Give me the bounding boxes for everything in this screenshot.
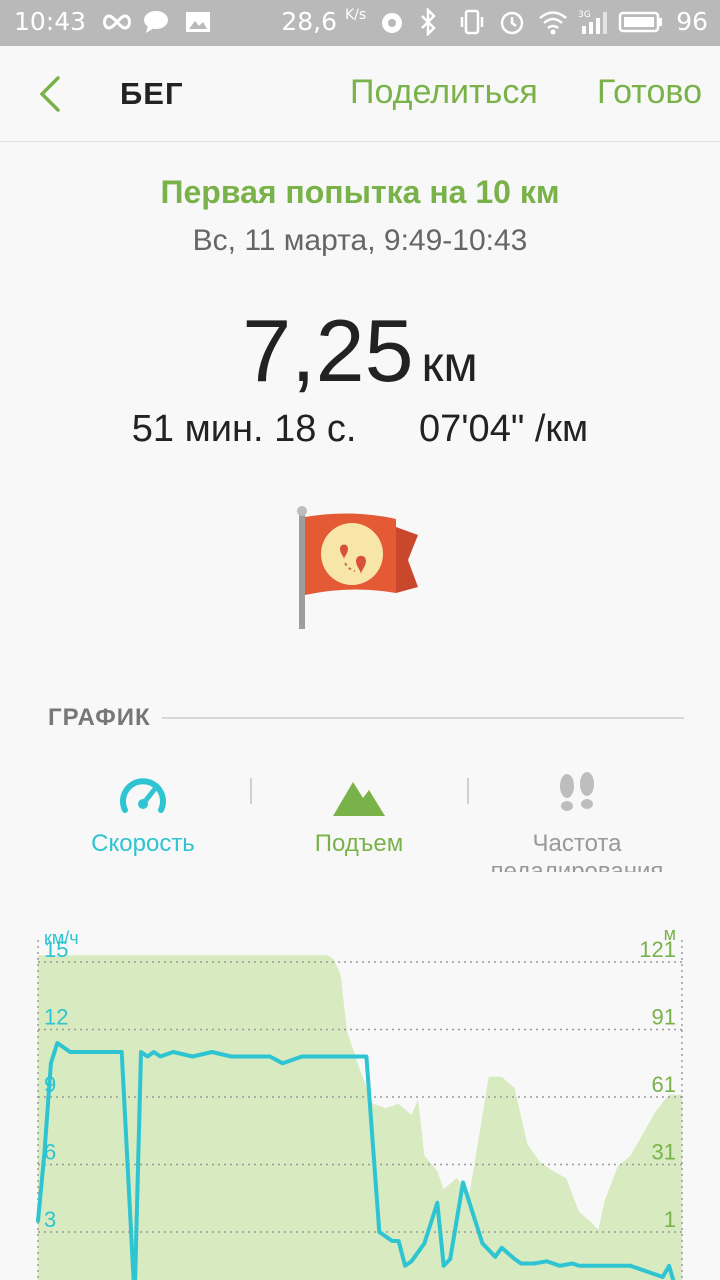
svg-text:3G: 3G (578, 10, 591, 20)
distance-value: 7,25 (242, 301, 414, 400)
distance-display: 7,25 км (0, 300, 720, 402)
pace-value: 07'04" /км (419, 408, 589, 450)
back-button[interactable] (30, 72, 70, 116)
right-tick-label: 1 (664, 1207, 676, 1232)
divider (162, 717, 684, 719)
chat-icon (142, 8, 170, 36)
vibrate-icon (458, 8, 486, 36)
tab-label: Скорость (91, 830, 195, 857)
left-tick-label: 12 (44, 1005, 68, 1030)
workout-stats: 51 мин. 18 с. 07'04" /км (0, 408, 720, 451)
bluetooth-icon (418, 6, 446, 37)
tab-label: Частота педалирования (490, 830, 664, 872)
network-speed: 28,6 K/s (281, 7, 367, 36)
footsteps-icon (560, 772, 594, 811)
satellite-icon (378, 8, 406, 36)
tab-cadence[interactable]: Частота педалирования (462, 760, 692, 872)
chevron-left-icon (39, 76, 60, 112)
tab-speed[interactable]: Скорость (28, 760, 258, 875)
right-tick-label: 91 (652, 1005, 676, 1030)
battery-icon (618, 8, 664, 36)
right-tick-label: 121 (639, 937, 676, 962)
status-time: 10:43 (14, 7, 87, 36)
infinity-icon (100, 8, 132, 36)
graph-section-header: ГРАФИК (48, 704, 684, 734)
image-icon (184, 8, 212, 36)
tab-label: Подъем (314, 830, 404, 857)
workout-chart: км/ч м36912151316191121 (36, 924, 683, 1280)
right-tick-label: 61 (652, 1072, 676, 1097)
alarm-icon (498, 8, 526, 36)
distance-unit: км (421, 336, 478, 392)
speedometer-icon (120, 778, 166, 813)
share-button[interactable]: Поделиться (350, 73, 538, 112)
left-tick-label: 3 (44, 1207, 56, 1232)
signal-icon: 3G (578, 8, 608, 36)
workout-date: Вс, 11 марта, 9:49-10:43 (192, 224, 528, 257)
status-bar: 10:43 28,6 K/s 3G 96 (0, 0, 720, 46)
mountain-icon (333, 782, 385, 816)
right-tick-label: 31 (652, 1140, 676, 1165)
battery-level: 96 (676, 7, 708, 36)
wifi-icon (538, 8, 567, 36)
achievement-flag-icon (296, 505, 426, 635)
workout-name: Первая попытка на 10 км (160, 174, 560, 210)
section-label: ГРАФИК (48, 704, 151, 731)
graph-tabs: Скорость Подъем Частота педалирования (0, 760, 720, 880)
duration-value: 51 мин. 18 с. (131, 408, 357, 450)
app-bar: БЕГ Поделиться Готово (0, 46, 720, 142)
done-button[interactable]: Готово (597, 73, 702, 112)
tab-elevation[interactable]: Подъем (244, 760, 474, 875)
page-title: БЕГ (120, 76, 184, 111)
left-tick-label: 15 (44, 937, 68, 962)
